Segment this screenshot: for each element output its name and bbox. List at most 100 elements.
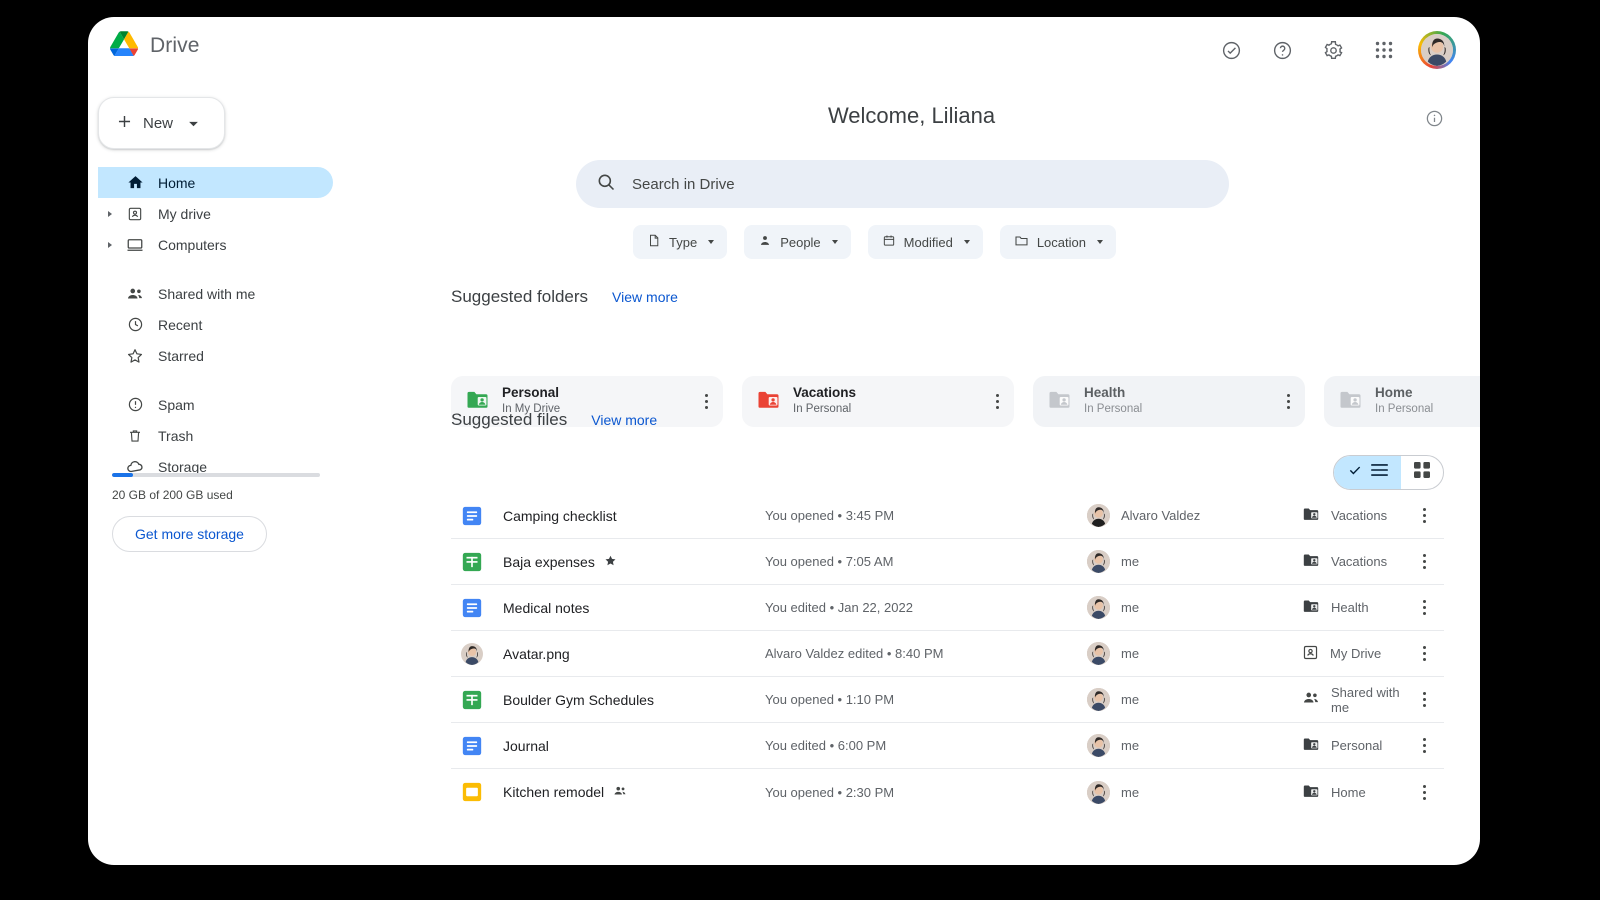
file-owner-name: me bbox=[1121, 600, 1140, 615]
new-button[interactable]: New bbox=[98, 97, 225, 149]
folder-card[interactable]: Home In Personal bbox=[1324, 376, 1480, 427]
search-input[interactable]: Search in Drive bbox=[632, 176, 735, 193]
file-owner-name: me bbox=[1121, 646, 1140, 661]
file-location-cell[interactable]: Health bbox=[1302, 597, 1404, 618]
sidebar-label: Trash bbox=[158, 427, 194, 444]
drive-window: Drive New Home My drive Computers Shared… bbox=[88, 17, 1480, 865]
brand[interactable]: Drive bbox=[110, 31, 200, 61]
folder-meta: Health In Personal bbox=[1084, 385, 1265, 417]
file-name: Boulder Gym Schedules bbox=[503, 691, 654, 708]
home-icon bbox=[124, 174, 146, 191]
file-name-cell[interactable]: Baja expenses bbox=[503, 554, 765, 570]
chevron-right-icon[interactable] bbox=[108, 210, 112, 217]
file-name: Kitchen remodel bbox=[503, 784, 605, 800]
row-actions[interactable] bbox=[1404, 600, 1444, 615]
row-actions[interactable] bbox=[1404, 554, 1444, 569]
view-more-files-link[interactable]: View more bbox=[591, 412, 657, 428]
sidebar-item-starred[interactable]: Starred bbox=[98, 340, 333, 371]
kebab-menu-icon[interactable] bbox=[1413, 646, 1435, 661]
kebab-menu-icon[interactable] bbox=[1413, 508, 1435, 523]
sidebar-item-my-drive[interactable]: My drive bbox=[98, 198, 333, 229]
top-bar: Drive bbox=[88, 17, 1480, 79]
folder-name: Personal bbox=[502, 385, 560, 401]
grid-view-button[interactable] bbox=[1401, 456, 1443, 489]
table-row[interactable]: Baja expenses You opened • 7:05 AM me Vacat… bbox=[451, 539, 1444, 585]
avatar bbox=[1087, 550, 1110, 573]
file-name-cell[interactable]: Camping checklist bbox=[503, 508, 765, 524]
help-icon[interactable] bbox=[1265, 33, 1299, 67]
sidebar-nav: Home My drive Computers Shared with me R… bbox=[88, 167, 343, 482]
table-row[interactable]: Medical notes You edited • Jan 22, 2022 me… bbox=[451, 585, 1444, 631]
file-name-cell[interactable]: Kitchen remodel bbox=[503, 784, 765, 801]
file-location-cell[interactable]: Vacations bbox=[1302, 551, 1404, 572]
table-row[interactable]: Avatar.png Alvaro Valdez edited • 8:40 PM… bbox=[451, 631, 1444, 677]
folder-meta: Home In Personal bbox=[1375, 385, 1480, 417]
file-owner-cell: me bbox=[1087, 780, 1302, 804]
filter-chips: Type People Modified Location bbox=[633, 225, 1116, 259]
sidebar-item-recent[interactable]: Recent bbox=[98, 309, 333, 340]
shared-folder-icon bbox=[1302, 505, 1320, 526]
file-location-cell[interactable]: My Drive bbox=[1302, 644, 1404, 664]
gear-icon[interactable] bbox=[1316, 33, 1350, 67]
file-location-cell[interactable]: Personal bbox=[1302, 735, 1404, 756]
sidebar-item-shared-with-me[interactable]: Shared with me bbox=[98, 278, 333, 309]
file-location-cell[interactable]: Home bbox=[1302, 782, 1404, 803]
list-view-button[interactable] bbox=[1334, 456, 1401, 489]
table-row[interactable]: Boulder Gym Schedules You opened • 1:10 P… bbox=[451, 677, 1444, 723]
spam-icon bbox=[124, 396, 146, 413]
search-bar[interactable]: Search in Drive bbox=[576, 160, 1229, 208]
table-row[interactable]: Kitchen remodel You opened • 2:30 PM me Hom… bbox=[451, 769, 1444, 815]
file-location-cell[interactable]: Vacations bbox=[1302, 505, 1404, 526]
file-name-cell[interactable]: Boulder Gym Schedules bbox=[503, 692, 765, 708]
kebab-menu-icon[interactable] bbox=[1277, 394, 1299, 409]
filter-chip-modified[interactable]: Modified bbox=[867, 225, 983, 259]
file-name-cell[interactable]: Avatar.png bbox=[503, 646, 765, 662]
kebab-menu-icon[interactable] bbox=[1413, 600, 1435, 615]
info-icon[interactable] bbox=[1425, 109, 1444, 133]
shared-folder-icon bbox=[1302, 551, 1320, 572]
kebab-menu-icon[interactable] bbox=[1413, 784, 1435, 800]
sidebar-item-computers[interactable]: Computers bbox=[98, 229, 333, 260]
people-icon bbox=[1302, 689, 1320, 710]
apps-grid-icon[interactable] bbox=[1367, 33, 1401, 67]
sidebar-item-home[interactable]: Home bbox=[98, 167, 333, 198]
table-row[interactable]: Journal You edited • 6:00 PM me Personal bbox=[451, 723, 1444, 769]
file-name-cell[interactable]: Medical notes bbox=[503, 600, 765, 616]
kebab-menu-icon[interactable] bbox=[986, 394, 1008, 409]
file-owner-name: me bbox=[1121, 692, 1140, 707]
row-actions[interactable] bbox=[1404, 738, 1444, 753]
row-actions[interactable] bbox=[1404, 508, 1444, 523]
sidebar-item-spam[interactable]: Spam bbox=[98, 389, 333, 420]
account-avatar[interactable] bbox=[1418, 31, 1456, 69]
folder-card[interactable]: Health In Personal bbox=[1033, 376, 1305, 427]
kebab-menu-icon[interactable] bbox=[1413, 554, 1435, 569]
folder-name: Vacations bbox=[793, 385, 857, 401]
kebab-menu-icon[interactable] bbox=[1413, 738, 1435, 753]
file-activity: You edited • Jan 22, 2022 bbox=[765, 600, 913, 615]
file-activity: You opened • 3:45 PM bbox=[765, 508, 895, 523]
sidebar-item-trash[interactable]: Trash bbox=[98, 420, 333, 451]
row-actions[interactable] bbox=[1404, 784, 1444, 800]
filter-chip-location[interactable]: Location bbox=[999, 225, 1116, 259]
chevron-right-icon[interactable] bbox=[108, 241, 112, 248]
filter-chip-people[interactable]: People bbox=[744, 225, 851, 259]
file-icon bbox=[647, 233, 661, 251]
get-more-storage-button[interactable]: Get more storage bbox=[112, 516, 267, 552]
file-name-cell[interactable]: Journal bbox=[503, 738, 765, 754]
table-row[interactable]: Camping checklist You opened • 3:45 PM Alv… bbox=[451, 493, 1444, 539]
row-actions[interactable] bbox=[1404, 692, 1444, 707]
filter-chip-type[interactable]: Type bbox=[633, 225, 728, 259]
view-more-folders-link[interactable]: View more bbox=[612, 289, 678, 305]
kebab-menu-icon[interactable] bbox=[1413, 692, 1435, 707]
starred-icon[interactable] bbox=[604, 554, 617, 570]
row-actions[interactable] bbox=[1404, 646, 1444, 661]
file-location-name: Home bbox=[1331, 784, 1366, 800]
activity-icon[interactable] bbox=[1214, 33, 1248, 67]
shared-folder-icon bbox=[1338, 387, 1363, 417]
kebab-menu-icon[interactable] bbox=[695, 394, 717, 409]
file-location-cell[interactable]: Shared with me bbox=[1302, 685, 1404, 715]
file-owner-name: me bbox=[1121, 554, 1140, 569]
file-location-name: Shared with me bbox=[1331, 684, 1400, 715]
folder-card[interactable]: Vacations In Personal bbox=[742, 376, 1014, 427]
suggested-folders-header: Suggested folders View more bbox=[451, 287, 678, 307]
